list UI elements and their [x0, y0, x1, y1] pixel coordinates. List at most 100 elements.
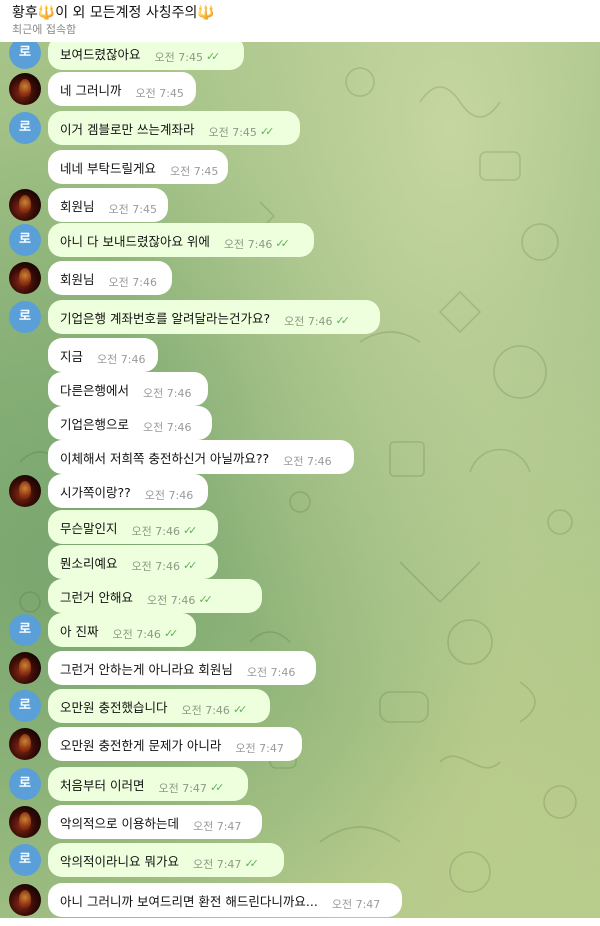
message-time: 오전 7:45: [154, 50, 203, 64]
message-text: 뭔소리예요: [60, 555, 118, 571]
message-row: 로 오만원 충전했습니다 오전 7:46 ✓✓: [0, 689, 600, 723]
message-text: 그런거 안하는게 아니라요 회원님: [60, 661, 233, 677]
message-row: 아니 그러니까 보여드리면 환전 해드린다니까요... 오전 7:47: [0, 883, 600, 917]
message-text: 네네 부탁드릴게요: [60, 160, 156, 176]
message-text: 지금: [60, 348, 84, 364]
message-time: 오전 7:46: [97, 352, 146, 366]
read-checkmark-icon: ✓✓: [335, 314, 351, 327]
message-bubble-incoming[interactable]: 오만원 충전한게 문제가 아니라 오전 7:47: [48, 727, 302, 761]
message-time: 오전 7:47: [192, 819, 242, 833]
chat-area[interactable]: 로 보여드렸잖아요 오전 7:45 ✓✓ 네 그러니까 오전 7:45 로 이거 겜블로만 쓰…: [0, 42, 600, 918]
message-bubble-outgoing[interactable]: 이거 겜블로만 쓰는계좌라 오전 7:45 ✓✓: [48, 111, 300, 145]
message-row: 이체해서 저희쪽 충전하신거 아닐까요?? 오전 7:46: [0, 440, 600, 474]
sender-avatar-letter[interactable]: 로: [9, 844, 41, 876]
footer-strip: [0, 918, 600, 926]
message-bubble-incoming[interactable]: 다른은행에서 오전 7:46: [48, 372, 208, 406]
message-bubble-outgoing[interactable]: 오만원 충전했습니다 오전 7:46 ✓✓: [48, 689, 270, 723]
chat-header[interactable]: 황후🔱이 외 모든계정 사칭주의🔱 최근에 접속함: [0, 0, 600, 42]
message-bubble-incoming[interactable]: 네 그러니까 오전 7:45: [48, 72, 196, 106]
message-time: 오전 7:46: [283, 454, 332, 468]
sender-avatar-letter[interactable]: 로: [9, 690, 41, 722]
message-bubble-incoming[interactable]: 악의적으로 이용하는데 오전 7:47: [48, 805, 262, 839]
message-time: 오전 7:46: [144, 488, 194, 502]
message-bubble-incoming[interactable]: 기업은행으로 오전 7:46: [48, 406, 212, 440]
message-row: 로 아 진짜 오전 7:46 ✓✓: [0, 613, 600, 647]
message-bubble-outgoing[interactable]: 무슨말인지 오전 7:46 ✓✓: [48, 510, 218, 544]
message-bubble-incoming[interactable]: 회원님 오전 7:46: [48, 261, 172, 295]
trident-icon: 🔱: [197, 5, 215, 21]
sender-avatar-letter[interactable]: 로: [9, 614, 41, 646]
message-bubble-incoming[interactable]: 네네 부탁드릴게요 오전 7:45: [48, 150, 228, 184]
message-row: 로 이거 겜블로만 쓰는계좌라 오전 7:45 ✓✓: [0, 111, 600, 145]
message-row: 오만원 충전한게 문제가 아니라 오전 7:47: [0, 727, 600, 761]
message-time: 오전 7:46: [246, 665, 296, 679]
message-row: 네 그러니까 오전 7:45: [0, 72, 600, 106]
sender-avatar-photo[interactable]: [9, 884, 41, 916]
sender-avatar-photo[interactable]: [9, 73, 41, 105]
trident-icon: 🔱: [37, 5, 56, 21]
message-row: 로 처음부터 이러면 오전 7:47 ✓✓: [0, 767, 600, 801]
sender-avatar-letter[interactable]: 로: [9, 301, 41, 333]
message-time: 오전 7:46: [143, 420, 192, 434]
message-bubble-incoming[interactable]: 아니 그러니까 보여드리면 환전 해드린다니까요... 오전 7:47: [48, 883, 402, 917]
message-time: 오전 7:47: [158, 781, 207, 795]
message-text: 처음부터 이러면: [60, 777, 145, 793]
message-row: 네네 부탁드릴게요 오전 7:45: [0, 150, 600, 184]
message-text: 오만원 충전했습니다: [60, 699, 168, 715]
message-row: 지금 오전 7:46: [0, 338, 600, 372]
title-text: 이 외 모든계정 사칭주의: [55, 5, 198, 21]
sender-avatar-photo[interactable]: [9, 806, 41, 838]
message-bubble-outgoing[interactable]: 아 진짜 오전 7:46 ✓✓: [48, 613, 196, 647]
message-row: 로 아니 다 보내드렸잖아요 위에 오전 7:46 ✓✓: [0, 223, 600, 257]
message-time: 오전 7:46: [131, 559, 180, 573]
message-time: 오전 7:45: [108, 202, 157, 216]
message-text: 이거 겜블로만 쓰는계좌라: [60, 121, 195, 137]
message-bubble-incoming[interactable]: 회원님 오전 7:45: [48, 188, 168, 222]
message-bubble-outgoing[interactable]: 뭔소리예요 오전 7:46 ✓✓: [48, 545, 218, 579]
sender-avatar-photo[interactable]: [9, 652, 41, 684]
message-text: 다른은행에서: [60, 382, 130, 398]
message-text: 기업은행으로: [60, 416, 130, 432]
sender-avatar-letter[interactable]: 로: [9, 224, 41, 256]
sender-avatar-photo[interactable]: [9, 189, 41, 221]
message-row: 회원님 오전 7:45: [0, 188, 600, 222]
message-bubble-incoming[interactable]: 시가쪽이랑?? 오전 7:46: [48, 474, 208, 508]
message-bubble-outgoing[interactable]: 보여드렸잖아요 오전 7:45 ✓✓: [48, 42, 244, 70]
message-time: 오전 7:46: [112, 627, 161, 641]
sender-avatar-letter[interactable]: 로: [9, 768, 41, 800]
message-row: 그런거 안하는게 아니라요 회원님 오전 7:46: [0, 651, 600, 685]
message-bubble-outgoing[interactable]: 기업은행 계좌번호를 알려달라는건가요? 오전 7:46 ✓✓: [48, 300, 380, 334]
message-bubble-incoming[interactable]: 그런거 안하는게 아니라요 회원님 오전 7:46: [48, 651, 316, 685]
message-time: 오전 7:46: [223, 237, 273, 251]
sender-avatar-letter[interactable]: 로: [9, 112, 41, 144]
sender-avatar-letter[interactable]: 로: [9, 42, 41, 69]
message-bubble-incoming[interactable]: 지금 오전 7:46: [48, 338, 158, 372]
message-row: 로 보여드렸잖아요 오전 7:45 ✓✓: [0, 42, 600, 70]
sender-avatar-photo[interactable]: [9, 728, 41, 760]
title-prefix: 황후: [12, 5, 38, 21]
sender-avatar-photo[interactable]: [9, 262, 41, 294]
message-time: 오전 7:45: [208, 125, 257, 139]
message-text: 아 진짜: [60, 623, 99, 639]
read-checkmark-icon: ✓✓: [244, 857, 259, 870]
message-row: 기업은행으로 오전 7:46: [0, 406, 600, 440]
message-time: 오전 7:46: [131, 524, 180, 538]
message-text: 아니 다 보내드렸잖아요 위에: [60, 233, 210, 249]
message-bubble-outgoing[interactable]: 악의적이라니요 뭐가요 오전 7:47 ✓✓: [48, 843, 284, 877]
message-bubble-outgoing[interactable]: 그런거 안해요 오전 7:46 ✓✓: [48, 579, 262, 613]
sender-avatar-photo[interactable]: [9, 475, 41, 507]
message-text: 무슨말인지: [60, 520, 118, 536]
message-row: 무슨말인지 오전 7:46 ✓✓: [0, 510, 600, 544]
read-checkmark-icon: ✓✓: [163, 627, 179, 640]
message-row: 시가쪽이랑?? 오전 7:46: [0, 474, 600, 508]
read-checkmark-icon: ✓✓: [209, 781, 225, 794]
message-time: 오전 7:47: [192, 857, 242, 871]
message-bubble-incoming[interactable]: 이체해서 저희쪽 충전하신거 아닐까요?? 오전 7:46: [48, 440, 354, 474]
message-row: 회원님 오전 7:46: [0, 261, 600, 295]
message-bubble-outgoing[interactable]: 처음부터 이러면 오전 7:47 ✓✓: [48, 767, 248, 801]
message-bubble-outgoing[interactable]: 아니 다 보내드렸잖아요 위에 오전 7:46 ✓✓: [48, 223, 314, 257]
message-time: 오전 7:46: [143, 386, 192, 400]
read-checkmark-icon: ✓✓: [275, 237, 290, 250]
message-text: 오만원 충전한게 문제가 아니라: [60, 737, 222, 753]
chat-title[interactable]: 황후🔱이 외 모든계정 사칭주의🔱: [12, 2, 215, 22]
